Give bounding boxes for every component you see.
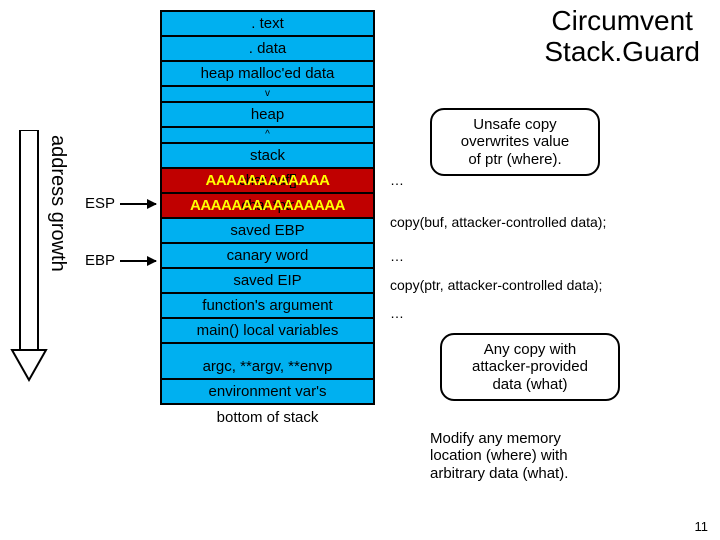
ann-copy-ptr: copy(ptr, attacker-controlled data); bbox=[390, 277, 602, 293]
bubble3-l1: Modify any memory bbox=[430, 430, 561, 447]
esp-label: ESP bbox=[85, 195, 115, 212]
note-modify-memory: Modify any memory location (where) with … bbox=[430, 430, 640, 482]
cell-buf-overflow: char buf[] AAAAAAAAAAAA bbox=[160, 169, 375, 194]
memory-layout-diagram: . text . data heap malloc'ed data v heap… bbox=[160, 10, 375, 426]
title-line1: Circumvent bbox=[551, 5, 693, 36]
ann-dots-2: … bbox=[390, 248, 404, 264]
cell-heap-malloc: heap malloc'ed data bbox=[160, 62, 375, 87]
ann-copy-buf: copy(buf, attacker-controlled data); bbox=[390, 214, 606, 230]
ebp-arrow-icon bbox=[120, 260, 156, 262]
cell-envvar: environment var's bbox=[160, 380, 375, 405]
bubble1-l2: overwrites value bbox=[461, 133, 569, 150]
cell-main-locals: main() local variables bbox=[160, 319, 375, 344]
bubble-any-copy: Any copy with attacker-provided data (wh… bbox=[440, 333, 620, 401]
ann-dots-3: … bbox=[390, 305, 404, 321]
slide-title: Circumvent Stack.Guard bbox=[544, 6, 700, 68]
address-growth-label: address growth bbox=[46, 135, 69, 272]
cell-ptr-overflow: char *ptr AAAAAAAAAAAAAAA bbox=[160, 194, 375, 219]
esp-arrow-icon bbox=[120, 203, 156, 205]
cell-argc: argc, **argv, **envp bbox=[160, 355, 375, 380]
cell-heap: heap bbox=[160, 103, 375, 128]
cell-saved-eip: saved EIP bbox=[160, 269, 375, 294]
slide-number: 11 bbox=[695, 519, 709, 534]
bubble3-l2: location (where) with bbox=[430, 447, 568, 464]
ann-dots-1: … bbox=[390, 172, 404, 188]
cell-canary: canary word bbox=[160, 244, 375, 269]
bubble3-l3: arbitrary data (what). bbox=[430, 465, 568, 482]
bubble2-l2: attacker-provided bbox=[472, 358, 588, 375]
bottom-of-stack-label: bottom of stack bbox=[160, 409, 375, 426]
cell-buf-overflow-data: AAAAAAAAAAAA bbox=[206, 172, 330, 189]
cell-stack-grow-up: ^ bbox=[160, 128, 375, 144]
bubble2-l3: data (what) bbox=[492, 376, 567, 393]
cell-data-segment: . data bbox=[160, 37, 375, 62]
bubble1-l3: of ptr (where). bbox=[468, 151, 561, 168]
cell-heap-grow-down: v bbox=[160, 87, 375, 103]
ebp-label: EBP bbox=[85, 252, 115, 269]
cell-ptr-overflow-data: AAAAAAAAAAAAAAA bbox=[190, 197, 345, 214]
cell-saved-ebp: saved EBP bbox=[160, 219, 375, 244]
bubble1-l1: Unsafe copy bbox=[473, 116, 556, 133]
bubble2-l1: Any copy with bbox=[484, 341, 577, 358]
cell-text-segment: . text bbox=[160, 10, 375, 37]
cell-func-arg: function's argument bbox=[160, 294, 375, 319]
bubble-unsafe-copy: Unsafe copy overwrites value of ptr (whe… bbox=[430, 108, 600, 176]
cell-gap bbox=[160, 344, 375, 355]
title-line2: Stack.Guard bbox=[544, 36, 700, 67]
cell-stack: stack bbox=[160, 144, 375, 169]
